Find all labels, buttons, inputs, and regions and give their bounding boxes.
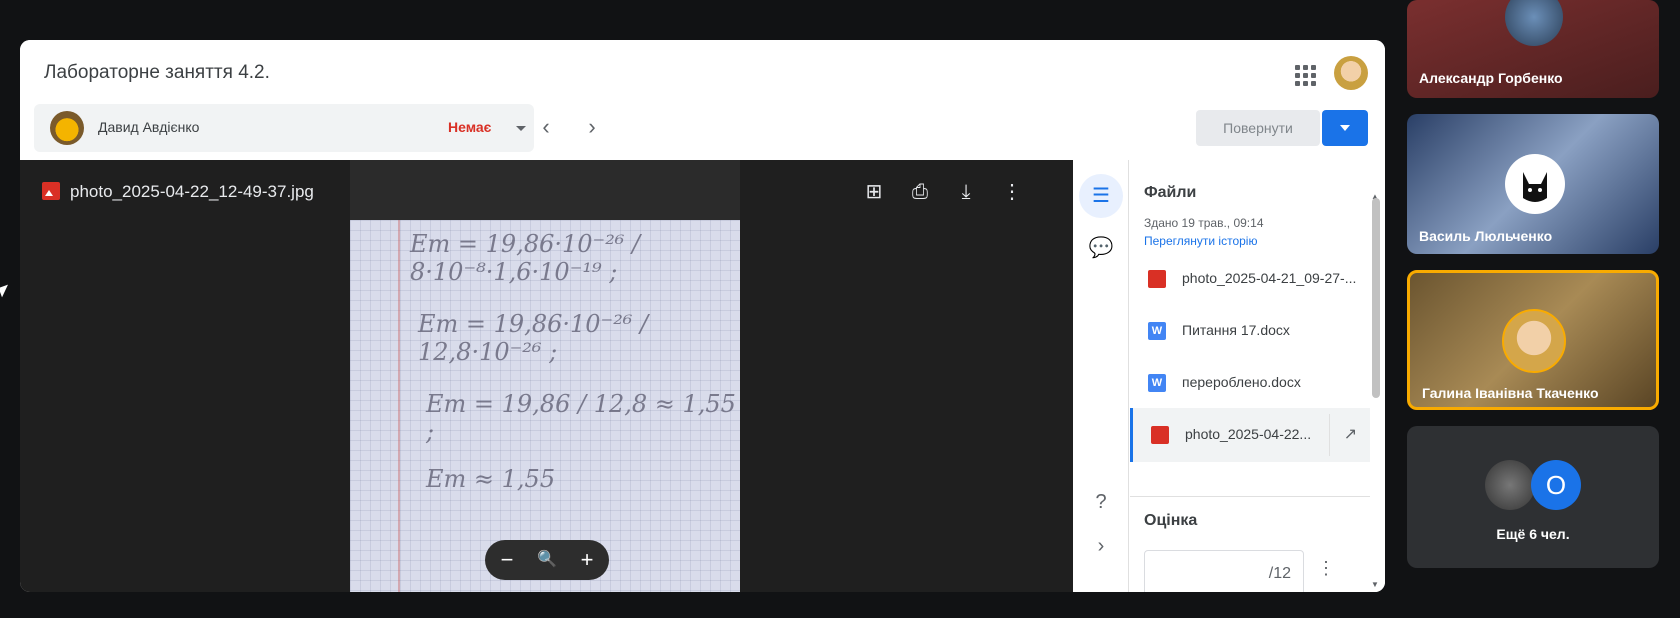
file-item[interactable]: W Питання 17.docx bbox=[1130, 304, 1370, 358]
student-avatar bbox=[50, 111, 84, 145]
file-item[interactable]: W перероблено.docx bbox=[1130, 356, 1370, 410]
classroom-grading-window: Лабораторне заняття 4.2. Давид Авдієнко … bbox=[20, 40, 1385, 592]
image-file-icon bbox=[42, 182, 60, 200]
download-icon[interactable]: ⤓ bbox=[952, 178, 980, 206]
word-doc-icon: W bbox=[1148, 374, 1166, 392]
print-icon[interactable]: ⎙ bbox=[906, 178, 934, 206]
photo-line-2: Em = 19,86·10⁻²⁶ / 12,8·10⁻²⁶ ; bbox=[418, 310, 649, 366]
more-participants-label: Ещё 6 чел. bbox=[1496, 526, 1570, 542]
participant-avatar bbox=[1505, 0, 1563, 46]
zoom-in-button[interactable]: + bbox=[575, 548, 599, 572]
participant-avatar bbox=[1485, 460, 1535, 510]
participant-name: Василь Люльченко bbox=[1419, 228, 1553, 244]
next-student-button[interactable]: › bbox=[576, 112, 608, 144]
expand-chevron-icon[interactable]: › bbox=[1079, 524, 1123, 568]
student-name: Давид Авдієнко bbox=[98, 119, 200, 135]
mouse-cursor-icon bbox=[0, 284, 12, 298]
photo-line-1: Em = 19,86·10⁻²⁶ / 8·10⁻⁸·1,6·10⁻¹⁹ ; bbox=[410, 230, 641, 286]
image-file-icon bbox=[1148, 270, 1166, 288]
photo-line-3: Em = 19,86 / 12,8 ≈ 1,55 ; bbox=[426, 390, 736, 446]
photo-line-4: Em ≈ 1,55 bbox=[426, 465, 556, 493]
files-title: Файли bbox=[1144, 184, 1197, 201]
participant-initial-avatar: О bbox=[1531, 460, 1581, 510]
file-item-name: Питання 17.docx bbox=[1182, 322, 1290, 338]
file-item-name: photo_2025-04-21_09-27-... bbox=[1182, 270, 1357, 286]
scrollbar[interactable] bbox=[1372, 198, 1380, 398]
more-participants-tile[interactable]: О Ещё 6 чел. bbox=[1407, 426, 1659, 568]
chevron-down-icon bbox=[1340, 125, 1350, 131]
view-history-link[interactable]: Переглянути історію bbox=[1144, 234, 1257, 248]
files-tab-icon[interactable]: ☰ bbox=[1079, 174, 1123, 218]
submission-time: Здано 19 трав., 09:14 bbox=[1144, 216, 1264, 230]
file-item-name: перероблено.docx bbox=[1182, 374, 1301, 390]
divider bbox=[1130, 496, 1370, 497]
submission-status: Немає bbox=[448, 119, 492, 135]
viewer-file-name: photo_2025-04-22_12-49-37.jpg bbox=[70, 182, 314, 201]
participant-name: Александр Горбенко bbox=[1419, 70, 1563, 86]
submitted-photo: Em = 19,86·10⁻²⁶ / 8·10⁻⁸·1,6·10⁻¹⁹ ; Em… bbox=[350, 160, 740, 592]
side-rail: ☰ 💬 ? › bbox=[1073, 160, 1129, 592]
account-avatar[interactable] bbox=[1334, 56, 1368, 90]
previous-student-button[interactable]: ‹ bbox=[530, 112, 562, 144]
help-icon[interactable]: ? bbox=[1079, 480, 1123, 524]
return-options-button[interactable] bbox=[1322, 110, 1368, 146]
participant-tile-speaking[interactable]: Галина Іванівна Ткаченко bbox=[1407, 270, 1659, 410]
apps-grid-icon[interactable] bbox=[1292, 62, 1316, 86]
page-title: Лабораторне заняття 4.2. bbox=[44, 62, 270, 83]
file-item-active[interactable]: photo_2025-04-22... ↗ bbox=[1130, 408, 1370, 462]
dropdown-caret-icon[interactable] bbox=[516, 126, 526, 131]
zoom-out-button[interactable]: − bbox=[495, 548, 519, 572]
file-item-name: photo_2025-04-22... bbox=[1185, 426, 1312, 442]
word-doc-icon: W bbox=[1148, 322, 1166, 340]
zoom-reset-icon[interactable]: 🔍 bbox=[535, 548, 559, 572]
open-in-new-icon[interactable]: ↗ bbox=[1329, 414, 1371, 456]
files-panel: Файли Здано 19 трав., 09:14 Переглянути … bbox=[1130, 160, 1385, 592]
grade-title: Оцінка bbox=[1144, 512, 1198, 529]
scroll-down-icon[interactable]: ▼ bbox=[1370, 580, 1380, 590]
more-vert-icon[interactable]: ⋮ bbox=[1314, 558, 1338, 582]
student-selector[interactable]: Давид Авдієнко Немає bbox=[34, 104, 534, 152]
file-viewer: photo_2025-04-22_12-49-37.jpg ⊞ ⎙ ⤓ ⋮ Em… bbox=[20, 160, 1073, 592]
return-button[interactable]: Повернути bbox=[1196, 110, 1320, 146]
comments-tab-icon[interactable]: 💬 bbox=[1079, 226, 1123, 270]
participant-avatar bbox=[1505, 154, 1565, 214]
file-item[interactable]: photo_2025-04-21_09-27-... bbox=[1130, 252, 1370, 306]
more-vert-icon[interactable]: ⋮ bbox=[998, 178, 1026, 206]
participant-name: Галина Іванівна Ткаченко bbox=[1422, 385, 1599, 401]
zoom-controls: − 🔍 + bbox=[485, 540, 609, 580]
participant-tile[interactable]: Александр Горбенко bbox=[1407, 0, 1659, 98]
grade-input[interactable]: /12 bbox=[1144, 550, 1304, 592]
add-comment-icon[interactable]: ⊞ bbox=[860, 178, 888, 206]
image-file-icon bbox=[1151, 426, 1169, 444]
top-bar: Лабораторне заняття 4.2. Давид Авдієнко … bbox=[20, 40, 1385, 160]
participant-avatar bbox=[1502, 309, 1566, 373]
participant-tile[interactable]: Василь Люльченко bbox=[1407, 114, 1659, 254]
grade-max: /12 bbox=[1268, 565, 1291, 582]
